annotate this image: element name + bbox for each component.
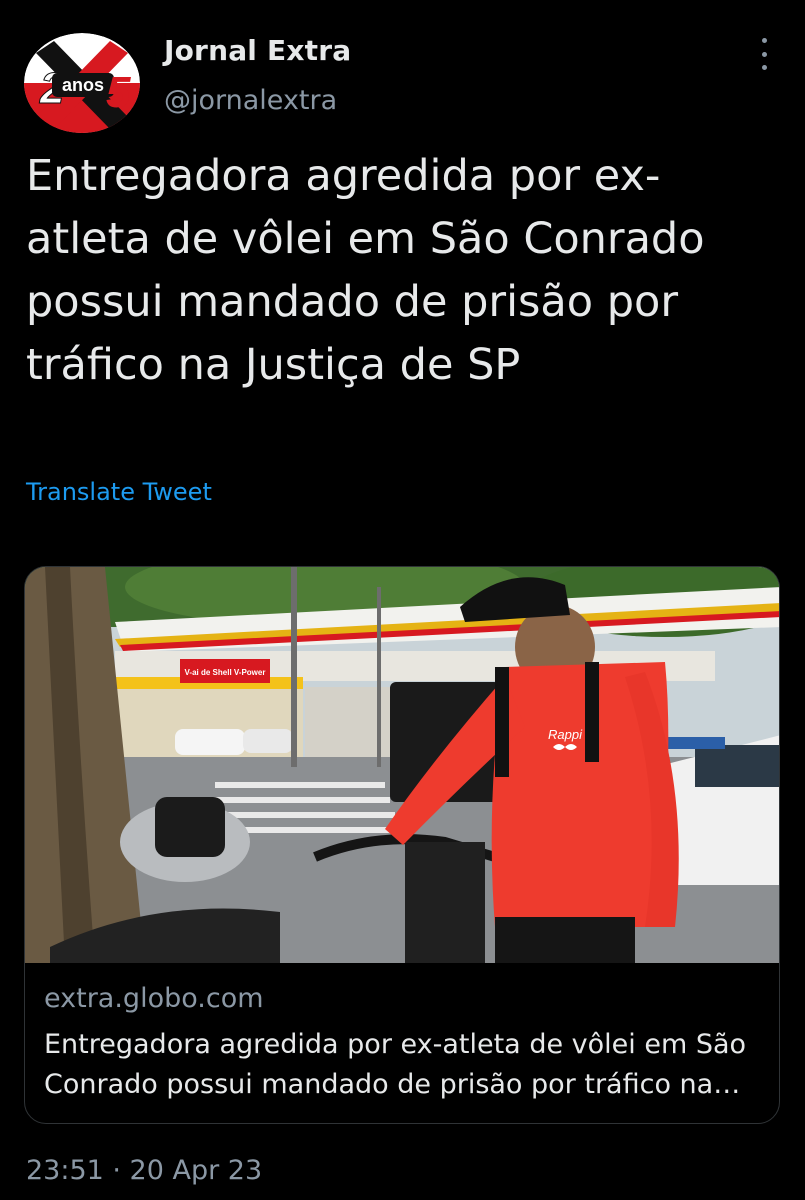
- author-name[interactable]: Jornal Extra: [164, 34, 351, 67]
- more-options-dot: [761, 51, 767, 57]
- link-card-image: V-ai de Shell V-Power Rappi: [25, 567, 779, 963]
- avatar-number-5: 5: [106, 68, 131, 117]
- avatar[interactable]: 2 anos 5: [24, 33, 140, 133]
- more-options-icon[interactable]: [756, 38, 772, 70]
- author-handle[interactable]: @jornalextra: [164, 85, 337, 116]
- translate-tweet-link[interactable]: Translate Tweet: [26, 478, 212, 506]
- tweet-text: Entregadora agredida por ex-atleta de vô…: [26, 151, 705, 390]
- link-card-domain: extra.globo.com: [44, 983, 264, 1014]
- link-card-title: Entregadora agredida por ex-atleta de vô…: [44, 1029, 747, 1100]
- gas-station-banner: V-ai de Shell V-Power: [185, 668, 266, 677]
- shirt-brand-label: Rappi: [548, 727, 583, 742]
- link-card[interactable]: V-ai de Shell V-Power Rappi extra.globo.…: [24, 566, 780, 1124]
- tweet-timestamp[interactable]: 23:51 · 20 Apr 23: [26, 1155, 262, 1186]
- avatar-word: anos: [62, 75, 104, 95]
- more-options-dot: [761, 65, 767, 70]
- more-options-dot: [761, 38, 767, 43]
